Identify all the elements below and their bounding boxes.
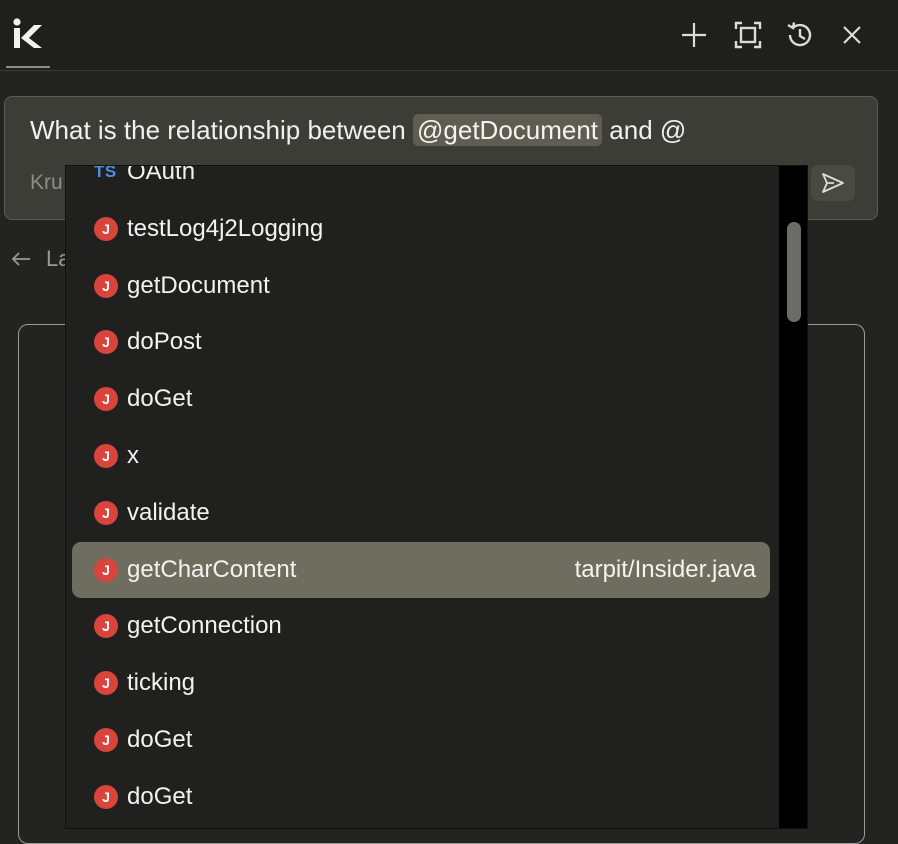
close-button[interactable] (835, 18, 869, 52)
suggestion-item[interactable]: JgetDocument (72, 258, 770, 314)
suggestion-item[interactable]: JgetConnection (72, 598, 770, 654)
suggestion-item[interactable]: Jticking (72, 655, 770, 711)
suggestion-item[interactable]: JdoPost (72, 314, 770, 370)
chat-input-text[interactable]: What is the relationship between @getDoc… (30, 114, 687, 146)
suggestion-label: ticking (127, 669, 196, 697)
java-icon: J (94, 330, 118, 355)
suggestion-label: OAuth (127, 166, 196, 185)
mention-suggestions-dropdown: TS OAuth JtestLog4j2Logging JgetDocument Jdo… (66, 166, 807, 828)
typescript-icon: TS (94, 166, 117, 181)
suggestion-label: doGet (127, 782, 193, 810)
suggestion-label: validate (127, 498, 210, 526)
arrow-left-icon (11, 252, 30, 266)
java-icon: J (94, 671, 118, 696)
history-button[interactable] (783, 18, 817, 52)
suggestion-item[interactable]: Jvalidate (72, 485, 770, 541)
active-tab-indicator (6, 66, 50, 68)
new-chat-button[interactable] (677, 18, 711, 52)
mention-chip[interactable]: @getDocument (413, 114, 603, 146)
suggestion-label: doPost (127, 328, 202, 356)
suggestion-label: doGet (127, 385, 193, 413)
suggestion-item[interactable]: JdoGet (72, 769, 770, 825)
prompt-text-before: What is the relationship between (30, 115, 413, 145)
java-icon: J (94, 216, 118, 241)
close-icon (843, 26, 861, 44)
expand-button[interactable] (731, 18, 765, 52)
java-icon: J (94, 500, 118, 525)
java-icon: J (94, 557, 118, 582)
plus-icon (682, 23, 706, 47)
java-icon: J (94, 784, 118, 809)
prompt-text-after: and @ (602, 115, 687, 145)
history-icon (787, 22, 812, 47)
suggestion-file-path: tarpit/Insider.java (574, 555, 756, 583)
scrollbar[interactable] (779, 166, 807, 828)
suggestion-label: testLog4j2Logging (127, 214, 324, 242)
suggestion-label: getDocument (127, 271, 270, 299)
suggestion-label: getConnection (127, 612, 282, 640)
suggestion-item[interactable]: JdoGet (72, 371, 770, 427)
suggestion-item[interactable]: Jx (72, 428, 770, 484)
input-placeholder: Kru (30, 171, 63, 194)
top-toolbar (0, 0, 898, 71)
send-button[interactable] (811, 165, 855, 201)
suggestion-item[interactable]: JtestLog4j2Logging (72, 201, 770, 257)
app-logo-icon[interactable] (10, 17, 44, 53)
suggestion-label: doGet (127, 726, 193, 753)
java-icon: J (94, 614, 118, 639)
suggestion-label: x (127, 442, 139, 469)
suggestion-item[interactable]: TS OAuth (72, 166, 770, 200)
java-icon: J (94, 444, 118, 468)
back-link[interactable]: La (10, 246, 70, 272)
maximize-icon (734, 21, 762, 49)
java-icon: J (94, 273, 118, 298)
suggestion-item[interactable]: JdoGet (72, 712, 770, 768)
send-icon (822, 173, 844, 193)
suggestion-item[interactable]: JgetCharContent tarpit/Insider.java (72, 541, 770, 598)
java-icon: J (94, 728, 118, 752)
suggestion-label: getCharContent (127, 555, 297, 583)
java-icon: J (94, 387, 118, 412)
scrollbar-thumb[interactable] (787, 222, 801, 322)
